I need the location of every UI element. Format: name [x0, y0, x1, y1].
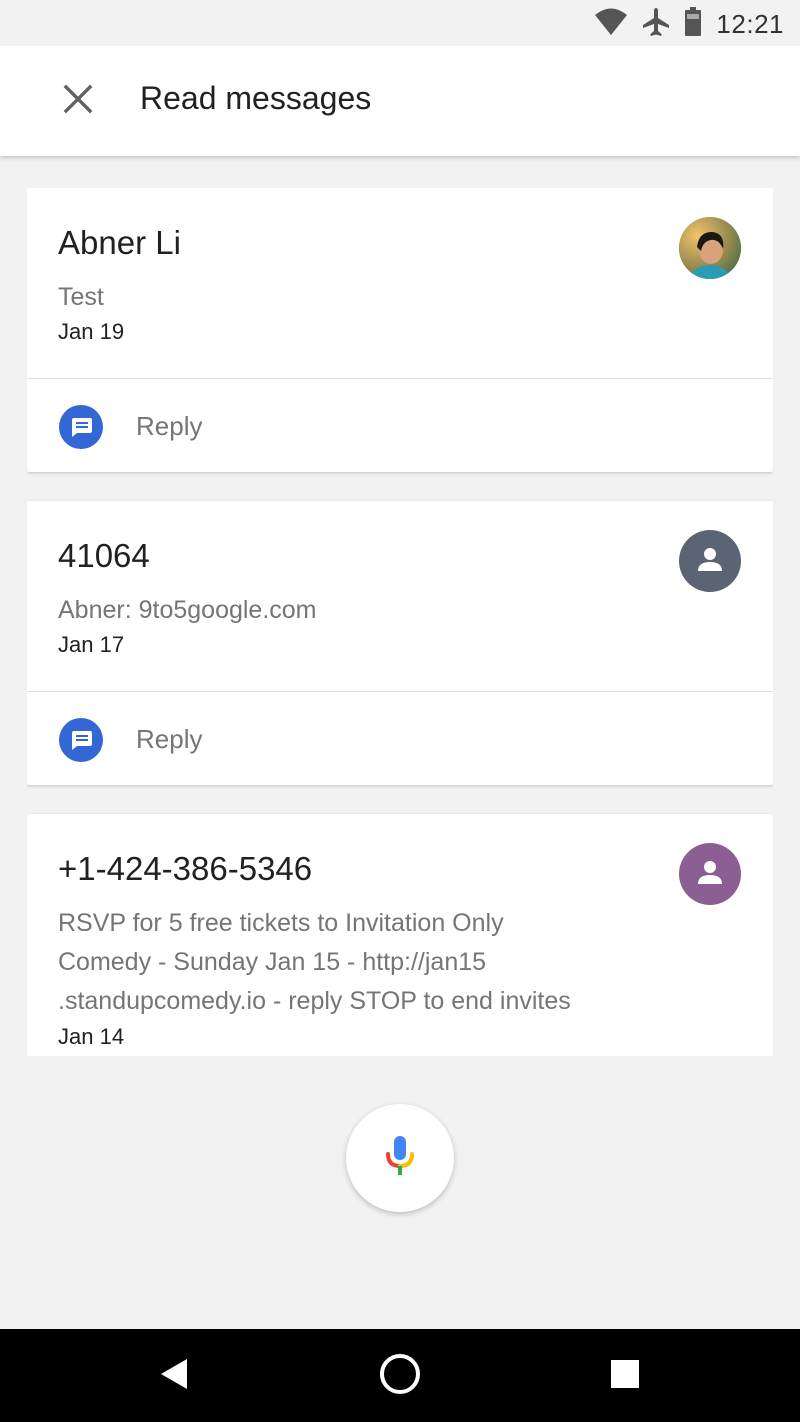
message-card: +1-424-386-5346 RSVP for 5 free tickets … [27, 814, 773, 1056]
wifi-icon [594, 8, 628, 41]
reply-button[interactable]: Reply [27, 692, 773, 786]
voice-input-button[interactable] [346, 1104, 454, 1212]
message-preview: RSVP for 5 free tickets to Invitation On… [58, 904, 571, 1021]
preview-line: RSVP for 5 free tickets to Invitation On… [58, 909, 504, 937]
avatar [679, 530, 741, 592]
message-date: Jan 19 [58, 319, 125, 344]
message-card: Abner Li Test Jan 19 Reply [27, 188, 773, 472]
status-bar: 12:21 [0, 0, 800, 46]
home-button[interactable] [376, 1352, 424, 1400]
preview-line: Comedy - Sunday Jan 15 - http://jan15 [58, 948, 487, 976]
close-icon [63, 84, 93, 119]
messages-app-icon [59, 405, 103, 449]
back-button[interactable] [150, 1352, 198, 1400]
status-time: 12:21 [716, 8, 784, 39]
close-button[interactable] [56, 79, 100, 123]
message-card: 41064 Abner: 9to5google.com Jan 17 Reply [27, 501, 773, 785]
reply-label: Reply [136, 724, 203, 754]
reply-button[interactable]: Reply [27, 379, 773, 473]
message-date: Jan 17 [58, 632, 125, 657]
recents-button[interactable] [601, 1352, 649, 1400]
page-title: Read messages [140, 80, 372, 116]
message-sender: 41064 [58, 537, 150, 574]
recents-icon [610, 1359, 640, 1394]
message-sender: Abner Li [58, 224, 181, 261]
messages-app-icon [59, 718, 103, 762]
message-list[interactable]: Abner Li Test Jan 19 Reply 41064 Abner: … [27, 188, 773, 1056]
back-icon [159, 1357, 189, 1396]
microphone-icon [383, 1134, 417, 1183]
status-icons: 12:21 [594, 6, 784, 42]
message-content[interactable]: 41064 Abner: 9to5google.com Jan 17 [27, 501, 773, 691]
app-bar: Read messages [0, 46, 800, 156]
message-content[interactable]: Abner Li Test Jan 19 [27, 188, 773, 378]
preview-line: .standupcomedy.io - reply STOP to end in… [58, 987, 571, 1015]
home-icon [378, 1352, 422, 1401]
avatar [679, 217, 741, 279]
message-preview: Abner: 9to5google.com [58, 596, 317, 624]
person-icon [696, 858, 724, 891]
airplane-mode-icon [642, 7, 670, 42]
message-sender: +1-424-386-5346 [58, 850, 313, 887]
battery-icon [684, 6, 702, 42]
message-date: Jan 14 [58, 1024, 125, 1049]
message-preview: Test [58, 283, 104, 311]
avatar [679, 843, 741, 905]
message-content[interactable]: +1-424-386-5346 RSVP for 5 free tickets … [27, 814, 773, 1056]
person-icon [696, 545, 724, 578]
reply-label: Reply [136, 411, 203, 441]
navigation-bar [0, 1329, 800, 1422]
